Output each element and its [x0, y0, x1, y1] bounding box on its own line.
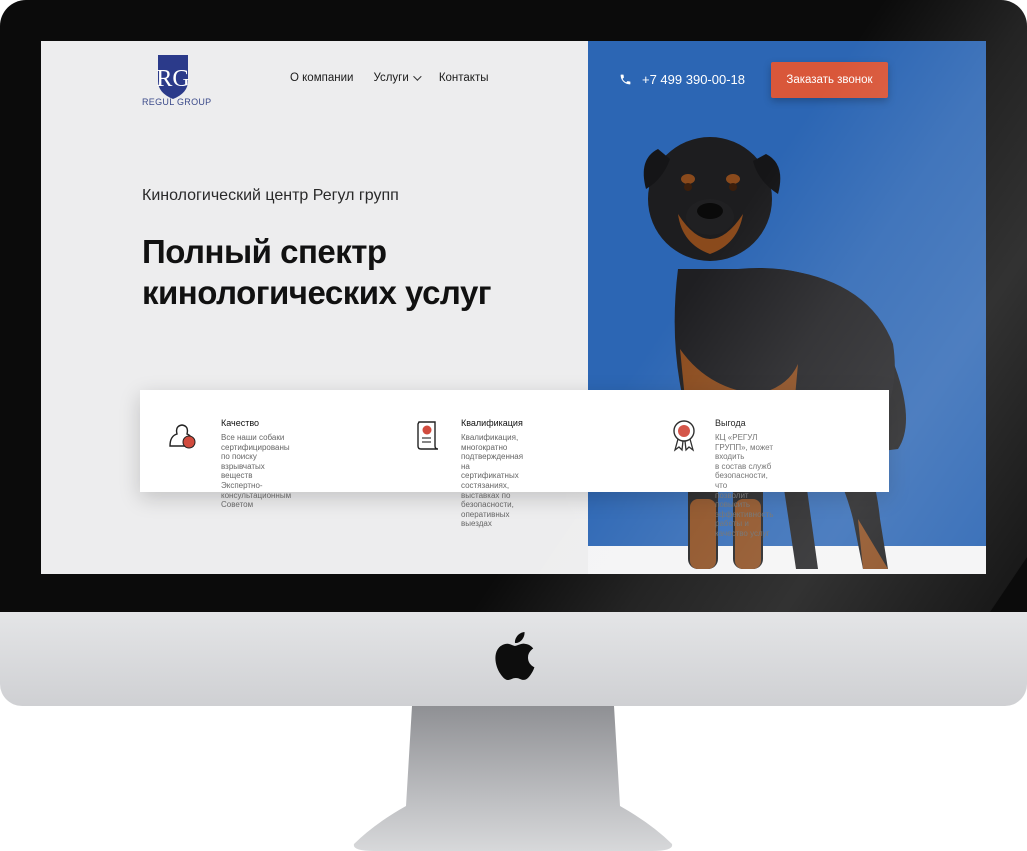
feature-title: Выгода [715, 418, 746, 428]
features-card: Качество Все наши собаки сертифицированы… [140, 390, 889, 538]
nav-about[interactable]: О компании [290, 72, 353, 84]
feature-text: Квалификация, многократно подтвержденная … [461, 433, 524, 529]
monitor-stand [353, 706, 673, 851]
order-call-button[interactable]: Заказать звонок [771, 62, 888, 98]
chevron-down-icon [412, 72, 422, 81]
nav-services[interactable]: Услуги [373, 72, 422, 84]
feature-title: Квалификация [461, 418, 523, 428]
hero-title-line-2: кинологических услуг [142, 274, 492, 312]
main-nav: О компании Услуги Контакты [290, 72, 489, 84]
hero-title: Полный спектр кинологических услуг [142, 231, 492, 314]
hero-subtitle: Кинологический центр Регул групп [142, 187, 399, 204]
logo-text: REGUL GROUP [142, 97, 212, 107]
nav-contacts[interactable]: Контакты [439, 72, 489, 84]
feature-title: Качество [221, 418, 260, 428]
scroll-diploma-icon [417, 421, 439, 450]
website-screen: RG REGUL GROUP О компании Услуги Контакт… [41, 41, 986, 574]
svg-text:RG: RG [156, 66, 189, 92]
feature-text: КЦ «РЕГУЛ ГРУПП», может входить в состав … [715, 433, 774, 538]
hero-title-line-1: Полный спектр [142, 233, 387, 270]
dog-certificate-icon [169, 424, 196, 449]
apple-logo-icon [495, 632, 535, 681]
award-medal-icon [673, 420, 695, 452]
imac-mockup: RG REGUL GROUP О компании Услуги Контакт… [0, 0, 1027, 851]
header-phone[interactable]: +7 499 390-00-18 [619, 72, 745, 87]
feature-text: Все наши собаки сертифицированы по поиску… [221, 433, 292, 510]
phone-icon [620, 74, 631, 85]
rottweiler-image [643, 137, 906, 569]
phone-number: +7 499 390-00-18 [642, 72, 746, 87]
nav-services-label: Услуги [373, 72, 409, 84]
